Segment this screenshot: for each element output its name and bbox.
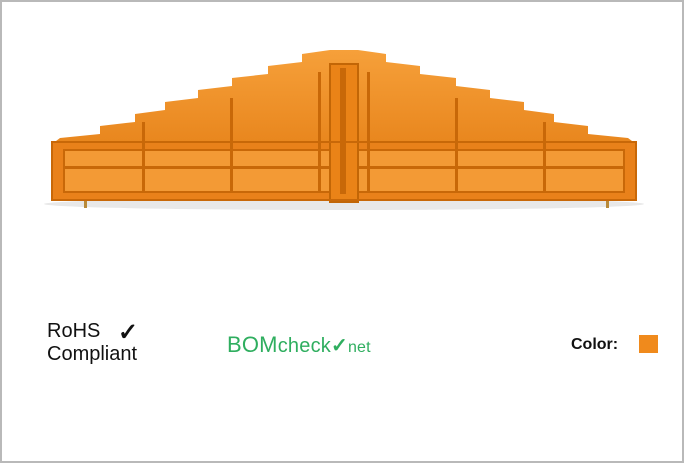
- product-image: [44, 50, 644, 210]
- bomcheck-tick-icon: ✓: [330, 335, 348, 357]
- bomcheck-logo[interactable]: BOMcheck✓net: [227, 332, 371, 358]
- color-label: Color:: [571, 336, 619, 353]
- compliant-label: Compliant: [47, 343, 138, 365]
- rohs-compliant-badge: RoHS Compliant ✓: [47, 319, 139, 366]
- bomcheck-logo-net: net: [347, 339, 371, 356]
- bomcheck-logo-bom: BOM: [227, 332, 278, 357]
- checkmark-icon: ✓: [118, 319, 139, 346]
- color-swatch: [639, 335, 658, 353]
- bomcheck-logo-check: check: [277, 335, 331, 357]
- product-card: RoHS Compliant ✓ BOMcheck✓net Color:: [0, 0, 684, 463]
